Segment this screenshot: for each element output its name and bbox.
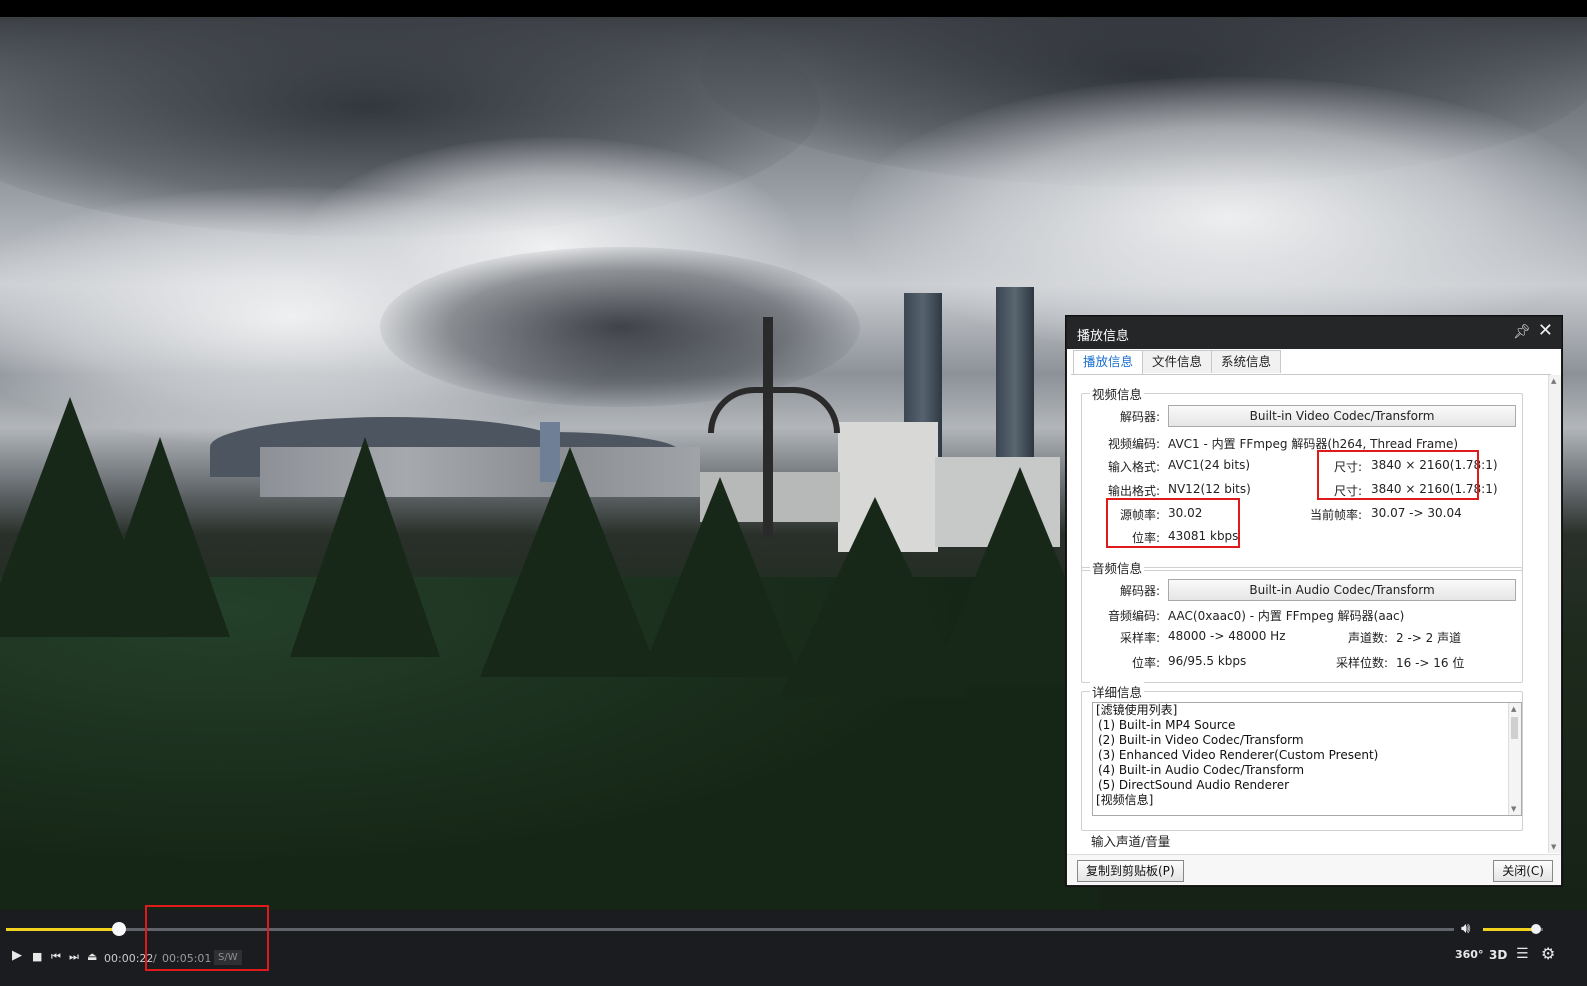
video-info-title: 视频信息 [1090, 384, 1145, 403]
scroll-thumb[interactable] [1511, 717, 1518, 739]
filter-line: [滤镜使用列表] [1096, 703, 1178, 717]
samplerate-value: 48000 -> 48000 Hz [1168, 629, 1286, 643]
video-info-group: 视频信息 解码器: Built-in Video Codec/Transform… [1081, 384, 1523, 571]
dialog-footer: 复制到剪贴板(P) 关闭(C) [1067, 854, 1561, 885]
samplerate-label: 采样率: [1119, 631, 1160, 645]
tab-system-info[interactable]: 系统信息 [1211, 350, 1282, 373]
tab-playback-info[interactable]: 播放信息 [1073, 350, 1144, 375]
dialog-titlebar[interactable]: 播放信息 📌︎ ✕ [1067, 317, 1561, 349]
filter-list-box[interactable]: [滤镜使用列表] (1) Built-in MP4 Source (2) Bui… [1092, 702, 1522, 816]
tree [480, 447, 660, 677]
detail-info-title: 详细信息 [1090, 682, 1145, 701]
cloud [850, 77, 1587, 357]
audio-codec-label: 音频编码: [1107, 609, 1160, 623]
filter-line: (3) Enhanced Video Renderer(Custom Prese… [1098, 748, 1379, 762]
filter-line: [视频信息] [1096, 793, 1154, 807]
copy-to-clipboard-button[interactable]: 复制到剪贴板(P) [1077, 860, 1184, 882]
filter-line: (5) DirectSound Audio Renderer [1098, 778, 1290, 792]
play-icon[interactable]: ▶ [12, 948, 22, 963]
bitdepth-value: 16 -> 16 位 [1396, 656, 1465, 670]
detail-info-group: 详细信息 [滤镜使用列表] (1) Built-in MP4 Source (2… [1081, 682, 1523, 831]
3d-button[interactable]: 3D [1489, 948, 1507, 962]
output-format-value: NV12(12 bits) [1168, 482, 1251, 496]
filter-line: (1) Built-in MP4 Source [1098, 718, 1236, 732]
info-scroll-area[interactable]: 视频信息 解码器: Built-in Video Codec/Transform… [1071, 375, 1543, 853]
volume-slider[interactable] [1483, 924, 1543, 934]
lamp-post-arms [708, 387, 840, 433]
eject-icon[interactable]: ⏏︎ [87, 950, 97, 963]
volume-handle[interactable] [1530, 924, 1541, 934]
scroll-up-icon[interactable]: ▲ [1551, 377, 1556, 385]
previous-icon[interactable]: ⏮︎ [51, 950, 61, 964]
tree [290, 437, 440, 657]
video-decoder-label: 解码器: [1119, 410, 1160, 424]
highlight-time-box [145, 905, 269, 971]
scroll-down-icon[interactable]: ▼ [1551, 843, 1556, 851]
filter-line: (2) Built-in Video Codec/Transform [1098, 733, 1304, 747]
filter-line: (4) Built-in Audio Codec/Transform [1098, 763, 1305, 777]
audio-decoder-button[interactable]: Built-in Audio Codec/Transform [1168, 579, 1516, 601]
dialog-tabs: 播放信息 文件信息 系统信息 [1073, 350, 1282, 375]
dialog-title: 播放信息 [1077, 329, 1130, 344]
dark-cloud [380, 247, 860, 407]
pin-icon[interactable]: 📌︎ [1513, 324, 1531, 340]
tab-file-info[interactable]: 文件信息 [1142, 350, 1213, 373]
dialog-scrollbar[interactable]: ▲ ▼ [1548, 375, 1561, 853]
next-icon[interactable]: ⏭︎ [69, 950, 79, 964]
highlight-size-box [1317, 450, 1479, 500]
audio-info-title: 音频信息 [1090, 558, 1145, 577]
gear-icon[interactable]: ⚙︎ [1541, 944, 1555, 963]
channels-value: 2 -> 2 声道 [1396, 631, 1462, 645]
current-fps-label: 当前帧率: [1309, 508, 1362, 522]
vr360-button[interactable]: 360° [1455, 948, 1483, 961]
player-controls: 🔊︎ ▶ ■ ⏮︎ ⏭︎ ⏏︎ 00:00:22 / 00:05:01 S/W … [0, 905, 1587, 986]
highlight-fps-bitrate-box [1106, 498, 1240, 548]
current-fps-value: 30.07 -> 30.04 [1371, 506, 1462, 520]
tree [90, 437, 230, 637]
scroll-up-icon[interactable]: ▲ [1511, 705, 1516, 713]
audio-decoder-label: 解码器: [1119, 584, 1160, 598]
seek-progress [6, 928, 119, 931]
seek-handle[interactable] [111, 922, 126, 936]
input-format-label: 输入格式: [1107, 460, 1160, 474]
playlist-icon[interactable]: ☰ [1516, 946, 1529, 962]
input-channel-title: 输入声道/音量 [1089, 831, 1173, 850]
output-format-label: 输出格式: [1107, 484, 1160, 498]
tree [640, 477, 800, 677]
close-icon[interactable]: ✕ [1538, 321, 1553, 341]
audio-bitrate-value: 96/95.5 kbps [1168, 654, 1247, 668]
filter-list-scrollbar[interactable]: ▲ ▼ [1508, 703, 1521, 815]
bitdepth-label: 采样位数: [1335, 656, 1388, 670]
volume-icon[interactable]: 🔊︎ [1461, 919, 1470, 937]
input-format-value: AVC1(24 bits) [1168, 458, 1251, 472]
video-decoder-button[interactable]: Built-in Video Codec/Transform [1168, 405, 1516, 427]
video-codec-label: 视频编码: [1107, 437, 1160, 451]
audio-codec-value: AAC(0xaac0) - 内置 FFmpeg 解码器(aac) [1168, 609, 1405, 623]
channels-label: 声道数: [1347, 631, 1388, 645]
scroll-down-icon[interactable]: ▼ [1511, 805, 1516, 813]
close-button[interactable]: 关闭(C) [1493, 860, 1553, 882]
volume-level [1483, 928, 1536, 931]
playback-info-dialog: 播放信息 📌︎ ✕ 播放信息 文件信息 系统信息 视频信息 解码器: Built… [1066, 316, 1562, 886]
stop-icon[interactable]: ■ [32, 950, 42, 963]
audio-bitrate-label: 位率: [1131, 656, 1160, 670]
audio-info-group: 音频信息 解码器: Built-in Audio Codec/Transform… [1081, 558, 1523, 683]
